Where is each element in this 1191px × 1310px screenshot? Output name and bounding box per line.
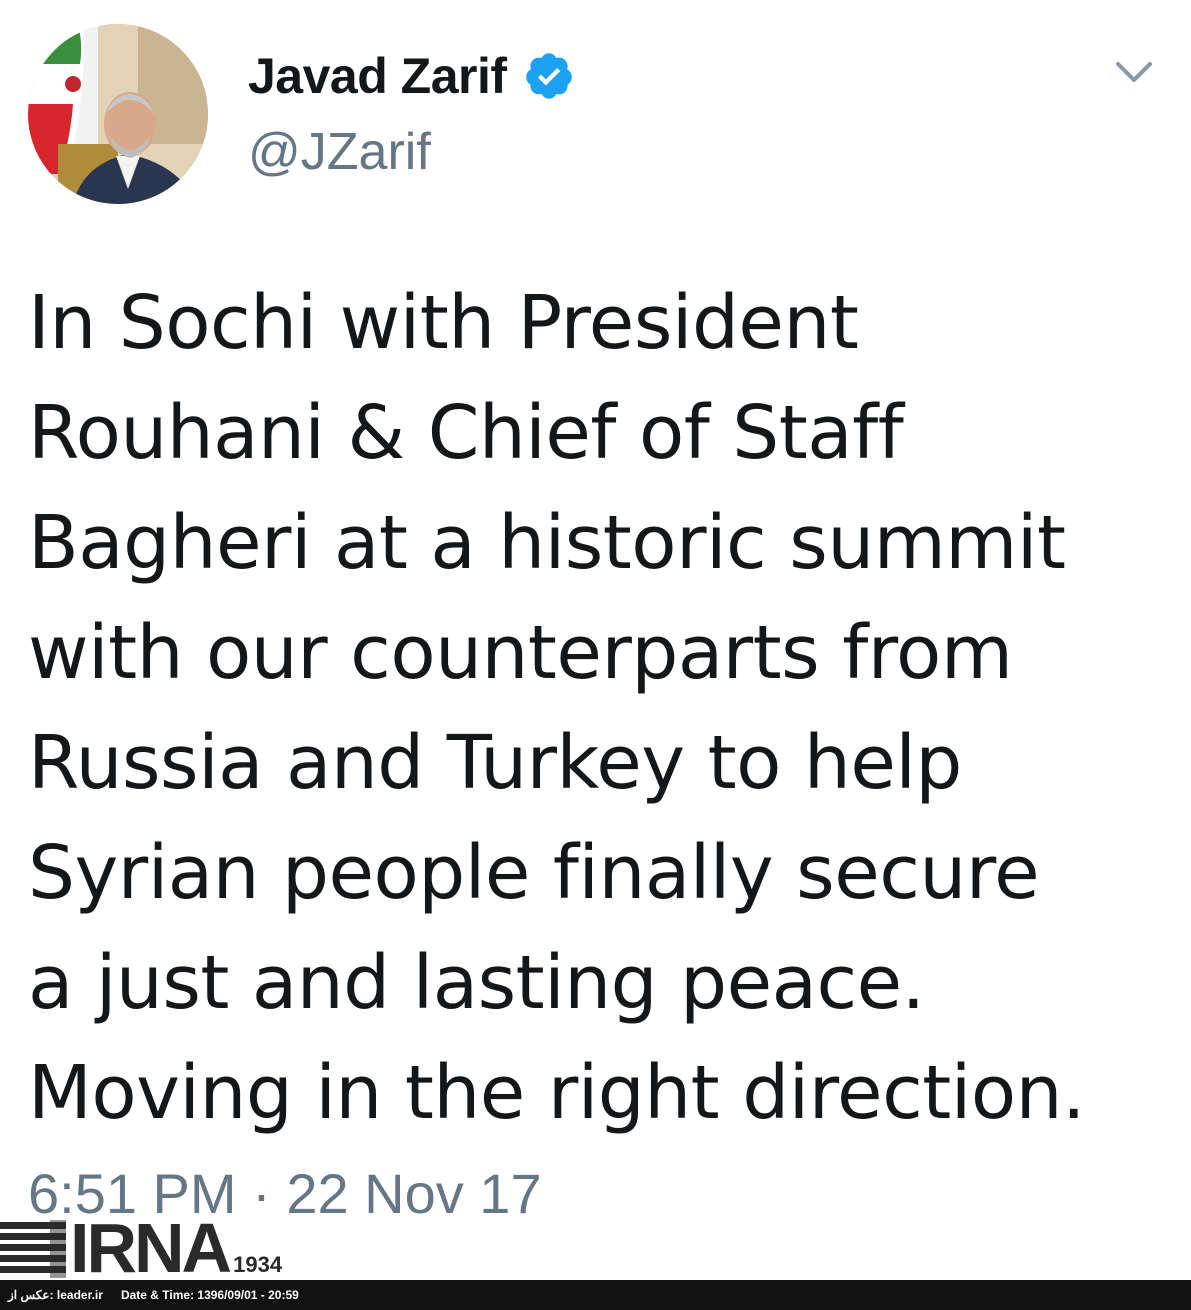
watermark-date-time: Date & Time: 1396/09/01 - 20:59: [120, 1288, 299, 1302]
author-name-row: Javad Zarif: [248, 44, 575, 108]
tweet-card: Javad Zarif @JZarif In Sochi with Presid…: [0, 0, 1191, 1280]
irna-logo-year: 1934: [233, 1252, 283, 1277]
avatar-photo: [28, 24, 208, 204]
tweet-text: In Sochi with President Rouhani & Chief …: [28, 280, 1086, 1136]
watermark-source: عکس از: leader.ir: [8, 1288, 103, 1302]
avatar[interactable]: [28, 24, 208, 204]
irna-logo-text: IRNA: [70, 1208, 232, 1287]
irna-watermark-logo: IRNA 1934: [0, 1208, 283, 1287]
author-handle[interactable]: @JZarif: [248, 126, 431, 178]
verified-badge-icon: [525, 53, 572, 99]
chevron-down-icon[interactable]: [1114, 58, 1154, 86]
watermark-footer-bar: عکس از: leader.ir Date & Time: 1396/09/0…: [0, 1280, 1191, 1310]
irna-stripes-icon: [0, 1220, 66, 1278]
author-display-name[interactable]: Javad Zarif: [248, 51, 507, 101]
